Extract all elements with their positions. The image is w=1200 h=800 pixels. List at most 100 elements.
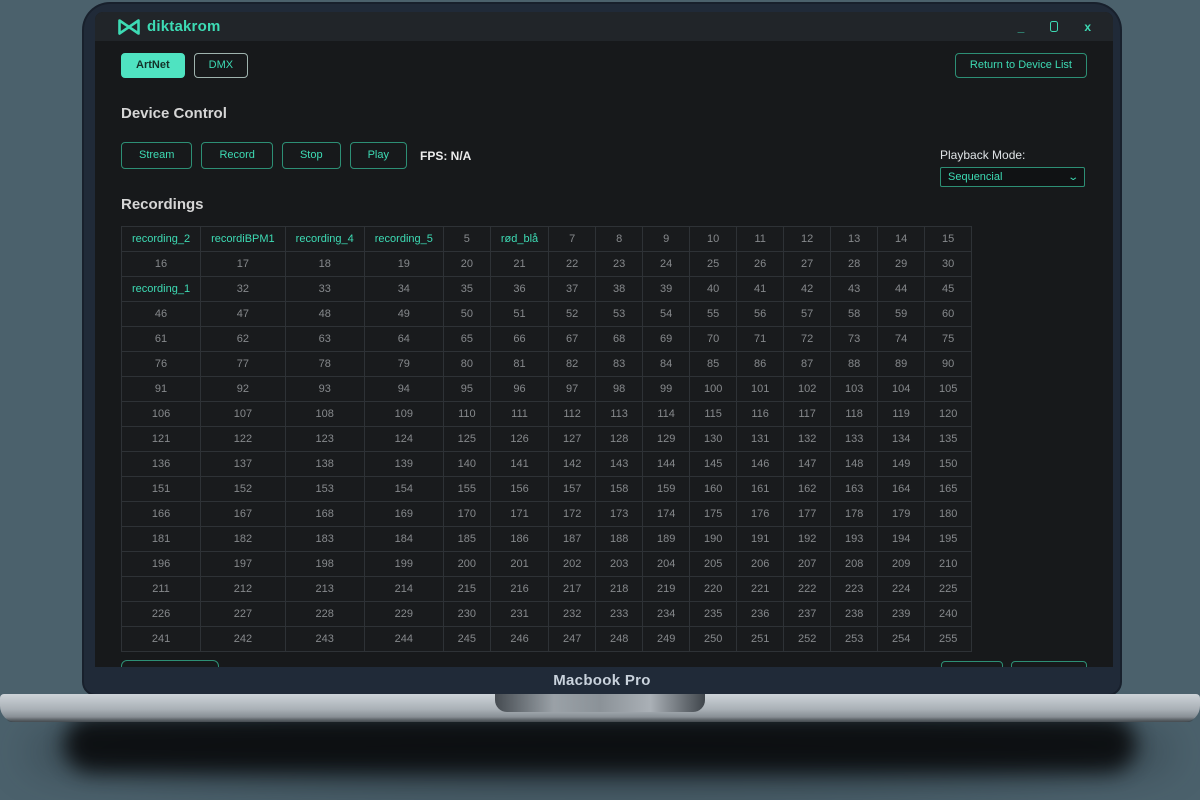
grid-cell[interactable]: 163: [831, 477, 878, 502]
grid-cell[interactable]: 95: [443, 377, 490, 402]
playback-mode-select[interactable]: Sequencial ⌄: [940, 167, 1085, 187]
grid-cell[interactable]: 154: [364, 477, 443, 502]
grid-cell[interactable]: 224: [878, 577, 925, 602]
grid-cell[interactable]: 193: [831, 527, 878, 552]
grid-cell[interactable]: 80: [443, 352, 490, 377]
grid-cell[interactable]: 159: [643, 477, 690, 502]
grid-cell[interactable]: 54: [643, 302, 690, 327]
grid-cell[interactable]: 111: [490, 402, 548, 427]
grid-cell[interactable]: 222: [784, 577, 831, 602]
grid-cell-recording[interactable]: recordiBPM1: [201, 227, 286, 252]
minimize-button[interactable]: _: [1018, 20, 1025, 34]
grid-cell[interactable]: 217: [549, 577, 596, 602]
grid-cell[interactable]: 218: [596, 577, 643, 602]
return-to-device-list-button[interactable]: Return to Device List: [955, 53, 1087, 78]
maximize-grid-button[interactable]: Maximize Grid: [121, 660, 219, 667]
grid-cell[interactable]: 184: [364, 527, 443, 552]
grid-cell[interactable]: 38: [596, 277, 643, 302]
grid-cell[interactable]: 17: [201, 252, 286, 277]
grid-cell[interactable]: 151: [122, 477, 201, 502]
grid-cell[interactable]: 169: [364, 502, 443, 527]
grid-cell[interactable]: 180: [925, 502, 972, 527]
grid-cell[interactable]: 172: [549, 502, 596, 527]
grid-cell[interactable]: 52: [549, 302, 596, 327]
grid-cell[interactable]: 137: [201, 452, 286, 477]
artnet-button[interactable]: ArtNet: [121, 53, 185, 78]
grid-cell[interactable]: 21: [490, 252, 548, 277]
grid-cell[interactable]: 103: [831, 377, 878, 402]
grid-cell[interactable]: 188: [596, 527, 643, 552]
grid-cell[interactable]: 13: [831, 227, 878, 252]
grid-cell[interactable]: 26: [737, 252, 784, 277]
grid-cell[interactable]: 189: [643, 527, 690, 552]
grid-cell[interactable]: 183: [285, 527, 364, 552]
grid-cell[interactable]: 66: [490, 327, 548, 352]
grid-cell[interactable]: 15: [925, 227, 972, 252]
grid-cell[interactable]: 214: [364, 577, 443, 602]
grid-cell[interactable]: 241: [122, 627, 201, 652]
grid-cell[interactable]: 255: [925, 627, 972, 652]
grid-cell[interactable]: 210: [925, 552, 972, 577]
grid-cell[interactable]: 28: [831, 252, 878, 277]
grid-cell[interactable]: 196: [122, 552, 201, 577]
grid-cell[interactable]: 110: [443, 402, 490, 427]
grid-cell[interactable]: 240: [925, 602, 972, 627]
grid-cell[interactable]: 250: [690, 627, 737, 652]
grid-cell[interactable]: 220: [690, 577, 737, 602]
grid-cell[interactable]: 209: [878, 552, 925, 577]
grid-cell[interactable]: 134: [878, 427, 925, 452]
grid-cell[interactable]: 89: [878, 352, 925, 377]
grid-cell[interactable]: 75: [925, 327, 972, 352]
grid-cell[interactable]: 10: [690, 227, 737, 252]
grid-cell[interactable]: 173: [596, 502, 643, 527]
grid-cell[interactable]: 150: [925, 452, 972, 477]
grid-cell[interactable]: 74: [878, 327, 925, 352]
grid-cell[interactable]: 145: [690, 452, 737, 477]
grid-cell[interactable]: 166: [122, 502, 201, 527]
grid-cell[interactable]: 231: [490, 602, 548, 627]
grid-cell[interactable]: 228: [285, 602, 364, 627]
grid-cell[interactable]: 43: [831, 277, 878, 302]
grid-cell[interactable]: 130: [690, 427, 737, 452]
grid-cell[interactable]: 164: [878, 477, 925, 502]
grid-cell[interactable]: 30: [925, 252, 972, 277]
grid-cell[interactable]: 245: [443, 627, 490, 652]
grid-cell[interactable]: 219: [643, 577, 690, 602]
grid-cell[interactable]: 162: [784, 477, 831, 502]
grid-cell[interactable]: 243: [285, 627, 364, 652]
grid-cell[interactable]: 249: [643, 627, 690, 652]
grid-cell[interactable]: 48: [285, 302, 364, 327]
grid-cell[interactable]: 200: [443, 552, 490, 577]
grid-cell[interactable]: 158: [596, 477, 643, 502]
grid-cell[interactable]: 156: [490, 477, 548, 502]
grid-cell[interactable]: 191: [737, 527, 784, 552]
grid-cell[interactable]: 64: [364, 327, 443, 352]
grid-cell[interactable]: 175: [690, 502, 737, 527]
grid-cell[interactable]: 50: [443, 302, 490, 327]
grid-cell[interactable]: 106: [122, 402, 201, 427]
grid-cell[interactable]: 160: [690, 477, 737, 502]
grid-cell-recording[interactable]: recording_1: [122, 277, 201, 302]
grid-cell[interactable]: 153: [285, 477, 364, 502]
grid-cell[interactable]: 37: [549, 277, 596, 302]
grid-cell[interactable]: 72: [784, 327, 831, 352]
grid-cell[interactable]: 42: [784, 277, 831, 302]
grid-cell[interactable]: 148: [831, 452, 878, 477]
close-button[interactable]: x: [1084, 20, 1091, 34]
grid-cell[interactable]: 70: [690, 327, 737, 352]
grid-cell[interactable]: 129: [643, 427, 690, 452]
grid-cell[interactable]: 91: [122, 377, 201, 402]
grid-cell-recording[interactable]: recording_2: [122, 227, 201, 252]
grid-cell[interactable]: 181: [122, 527, 201, 552]
grid-cell[interactable]: 135: [925, 427, 972, 452]
stop-button[interactable]: Stop: [282, 142, 341, 169]
grid-cell[interactable]: 117: [784, 402, 831, 427]
grid-cell[interactable]: 41: [737, 277, 784, 302]
grid-cell[interactable]: 124: [364, 427, 443, 452]
grid-cell[interactable]: 58: [831, 302, 878, 327]
grid-cell[interactable]: 36: [490, 277, 548, 302]
grid-cell[interactable]: 239: [878, 602, 925, 627]
grid-cell[interactable]: 8: [596, 227, 643, 252]
grid-cell[interactable]: 45: [925, 277, 972, 302]
grid-cell[interactable]: 199: [364, 552, 443, 577]
